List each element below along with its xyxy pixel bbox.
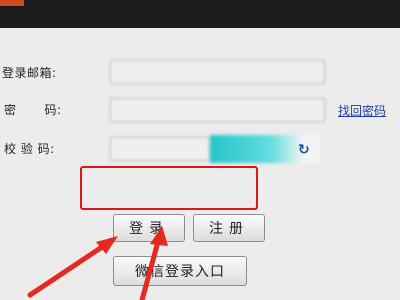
- red-arrow-icon: [27, 226, 168, 300]
